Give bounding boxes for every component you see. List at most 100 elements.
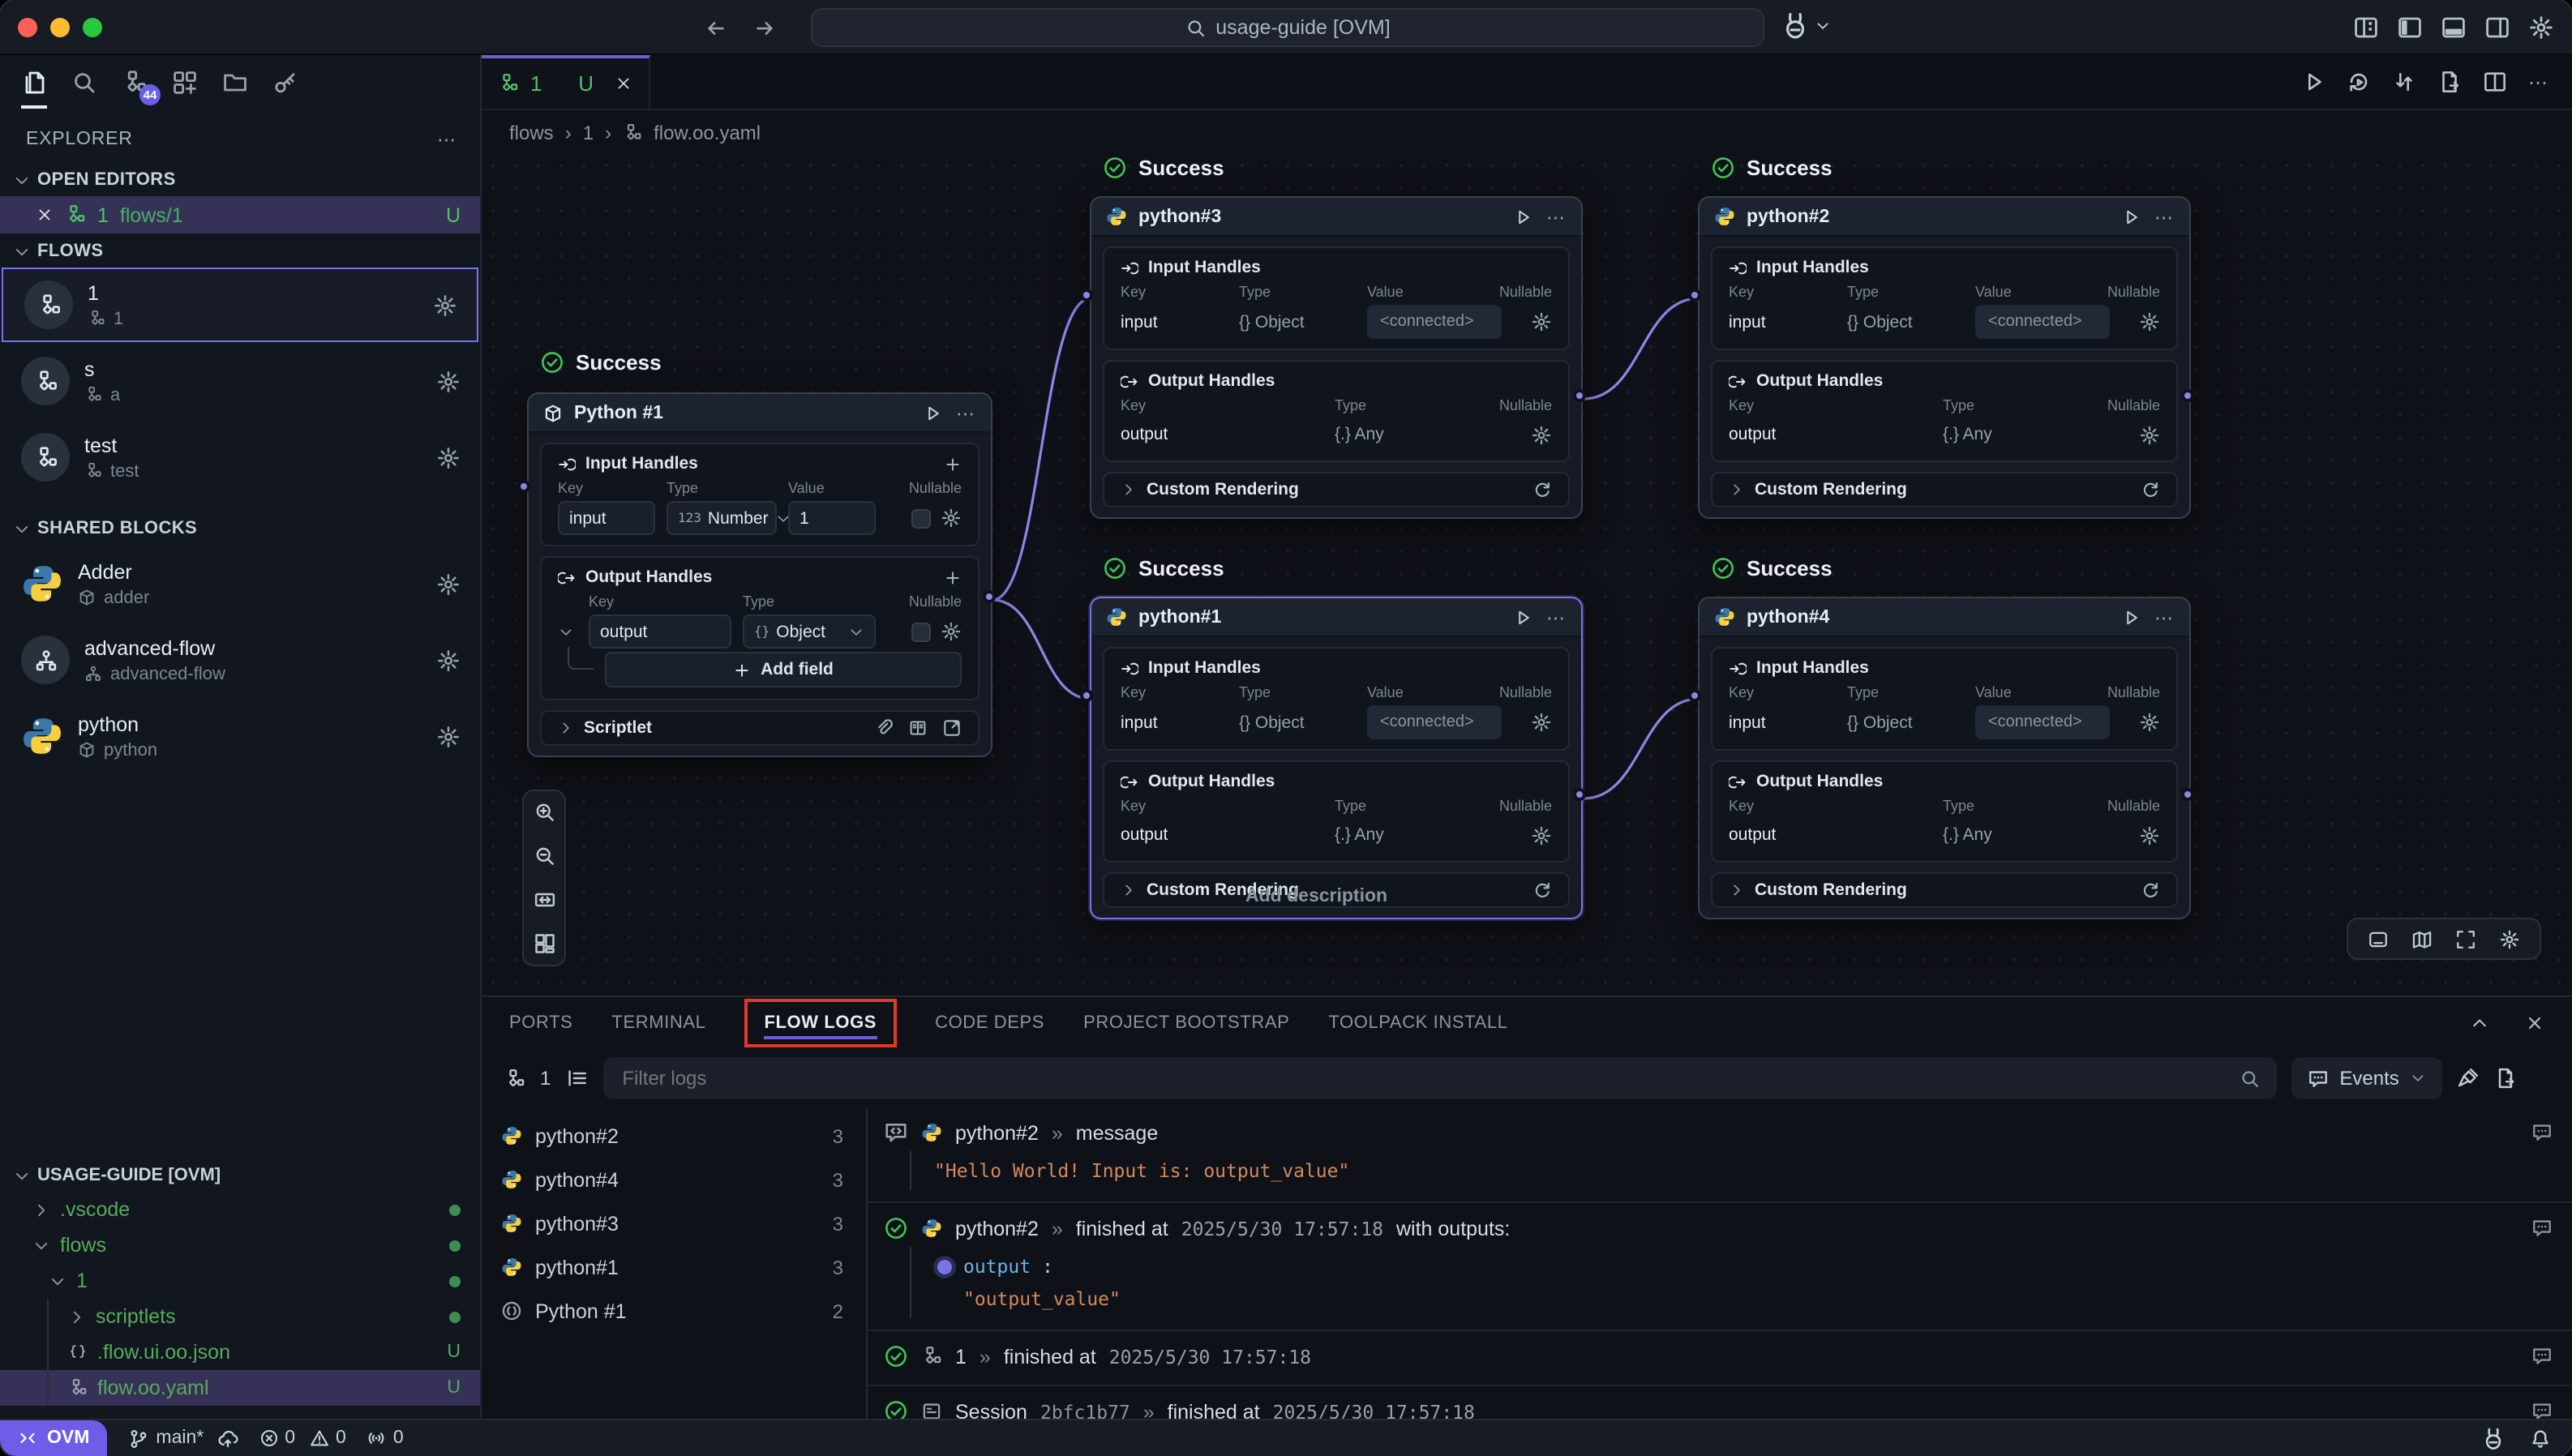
shared-blocks-header[interactable]: SHARED BLOCKS bbox=[0, 511, 480, 545]
explorer-activity-icon[interactable] bbox=[21, 70, 47, 96]
customize-layout-icon[interactable] bbox=[2353, 15, 2379, 41]
node-more-icon[interactable]: ⋯ bbox=[2154, 205, 2175, 228]
log-node-row[interactable]: python#4 3 bbox=[482, 1158, 866, 1201]
output-port[interactable] bbox=[1573, 389, 1586, 402]
gear-icon[interactable] bbox=[2139, 424, 2160, 445]
git-branch-item[interactable]: main* bbox=[128, 1428, 238, 1449]
zoom-in-icon[interactable] bbox=[533, 801, 555, 824]
close-tab-icon[interactable] bbox=[615, 75, 632, 92]
copilot-icon[interactable] bbox=[2481, 1426, 2506, 1450]
comment-icon[interactable] bbox=[2531, 1401, 2553, 1419]
gear-icon[interactable] bbox=[2139, 824, 2160, 846]
gear-icon[interactable] bbox=[941, 621, 962, 642]
tab-flow-logs[interactable]: FLOW LOGS bbox=[764, 1013, 877, 1033]
tab-code-deps[interactable]: CODE DEPS bbox=[935, 1013, 1044, 1033]
tree-item-flow-yaml[interactable]: flow.oo.yaml U bbox=[0, 1370, 480, 1406]
node-more-icon[interactable]: ⋯ bbox=[2154, 606, 2175, 628]
input-port[interactable] bbox=[1080, 289, 1093, 302]
events-dropdown[interactable]: Events bbox=[2291, 1057, 2442, 1099]
open-editors-header[interactable]: OPEN EDITORS bbox=[0, 162, 480, 196]
remote-indicator[interactable]: OVM bbox=[0, 1420, 107, 1456]
input-port[interactable] bbox=[1688, 689, 1701, 702]
log-entry[interactable]: python#2 » finished at 2025/5/30 17:57:1… bbox=[868, 1201, 2572, 1330]
close-editor-icon[interactable] bbox=[36, 206, 54, 224]
input-port[interactable] bbox=[1688, 289, 1701, 302]
tab-flow-1[interactable]: 1 U bbox=[482, 55, 650, 109]
fullscreen-icon[interactable] bbox=[2455, 928, 2476, 949]
refresh-icon[interactable] bbox=[1532, 480, 1552, 499]
gear-icon[interactable] bbox=[433, 293, 457, 317]
flows-section-header[interactable]: FLOWS bbox=[0, 233, 480, 268]
run-node-icon[interactable] bbox=[2120, 607, 2140, 627]
flow-list-item[interactable]: s a bbox=[0, 344, 480, 418]
sync-icon[interactable] bbox=[2392, 70, 2416, 94]
custom-rendering-section[interactable]: Custom Rendering bbox=[1103, 472, 1570, 507]
split-editor-icon[interactable] bbox=[2483, 70, 2507, 94]
key-input[interactable] bbox=[558, 501, 655, 535]
comment-icon[interactable] bbox=[2531, 1218, 2553, 1239]
log-entry[interactable]: 1 » finished at 2025/5/30 17:57:18 bbox=[868, 1330, 2572, 1385]
explorer-more-icon[interactable]: ⋯ bbox=[437, 128, 457, 151]
custom-rendering-section[interactable]: Custom Rendering bbox=[1711, 872, 2178, 908]
settings-gear-icon[interactable] bbox=[2528, 15, 2554, 41]
paperclip-icon[interactable] bbox=[874, 718, 894, 738]
gear-icon[interactable] bbox=[1531, 311, 1552, 332]
tree-item-a[interactable]: a bbox=[0, 1406, 480, 1419]
node-python-main[interactable]: Python #1 ⋯ Input Handles bbox=[527, 392, 992, 757]
refresh-icon[interactable] bbox=[1532, 880, 1552, 900]
comment-icon[interactable] bbox=[2531, 1346, 2553, 1367]
input-port[interactable] bbox=[517, 480, 530, 493]
gear-icon[interactable] bbox=[436, 445, 461, 469]
refresh-icon[interactable] bbox=[2141, 480, 2160, 499]
type-dropdown[interactable]: {} Object bbox=[743, 615, 876, 649]
node-more-icon[interactable]: ⋯ bbox=[1546, 606, 1567, 628]
toggle-secondary-sidebar-icon[interactable] bbox=[2484, 15, 2510, 41]
tab-terminal[interactable]: TERMINAL bbox=[611, 1013, 705, 1033]
extensions-activity-icon[interactable] bbox=[172, 70, 198, 96]
node-python1[interactable]: python#1 ⋯ Input Handles KeyTypeValueNul… bbox=[1090, 597, 1583, 919]
copilot-menu[interactable] bbox=[1781, 11, 1831, 41]
output-port[interactable] bbox=[983, 590, 996, 603]
log-node-row[interactable]: Python #1 2 bbox=[482, 1289, 866, 1333]
forward-icon[interactable] bbox=[752, 16, 777, 41]
gear-icon[interactable] bbox=[2139, 311, 2160, 332]
tree-item-scriptlets[interactable]: scriptlets bbox=[0, 1299, 480, 1334]
command-center-search[interactable]: usage-guide [OVM] bbox=[811, 8, 1764, 47]
key-input[interactable] bbox=[589, 615, 731, 649]
run-node-icon[interactable] bbox=[2120, 207, 2140, 226]
tab-ports[interactable]: PORTS bbox=[509, 1013, 572, 1033]
gear-icon[interactable] bbox=[436, 572, 461, 596]
minimap-icon[interactable] bbox=[2411, 928, 2433, 949]
log-entry[interactable]: python#2 » message "Hello World! Input i… bbox=[868, 1107, 2572, 1201]
gear-icon[interactable] bbox=[1531, 824, 1552, 846]
node-python4[interactable]: python#4 ⋯ Input Handles KeyTypeValueNul… bbox=[1698, 597, 2191, 919]
flow-list-item[interactable]: test test bbox=[0, 420, 480, 495]
node-python2[interactable]: python#2 ⋯ Input Handles KeyTypeValueNul… bbox=[1698, 196, 2191, 519]
flow-canvas[interactable]: Success Python #1 ⋯ bbox=[482, 154, 2572, 996]
flows-activity-icon[interactable]: 44 bbox=[122, 70, 148, 96]
log-node-row[interactable]: python#1 3 bbox=[482, 1245, 866, 1289]
nullable-checkbox[interactable] bbox=[911, 622, 931, 641]
tree-item-flow-ui-json[interactable]: .flow.ui.oo.json U bbox=[0, 1334, 480, 1370]
filter-logs-input[interactable] bbox=[602, 1057, 2276, 1099]
expand-row-icon[interactable] bbox=[558, 623, 574, 640]
shared-block-item[interactable]: python python bbox=[0, 699, 480, 773]
cloud-upload-icon[interactable] bbox=[216, 1428, 238, 1449]
custom-rendering-section[interactable]: Custom Rendering bbox=[1711, 472, 2178, 507]
clear-logs-icon[interactable] bbox=[2458, 1067, 2480, 1090]
output-port[interactable] bbox=[2181, 389, 2194, 402]
input-port[interactable] bbox=[1080, 689, 1093, 702]
nullable-checkbox[interactable] bbox=[911, 508, 931, 528]
maximize-panel-icon[interactable] bbox=[2470, 1013, 2489, 1033]
fit-width-icon[interactable] bbox=[533, 889, 555, 911]
toggle-panel-icon[interactable] bbox=[2441, 15, 2467, 41]
gear-icon[interactable] bbox=[436, 724, 461, 748]
add-description-button[interactable]: Add description bbox=[1245, 887, 1387, 906]
log-node-row[interactable]: python#2 3 bbox=[482, 1114, 866, 1158]
close-window-button[interactable] bbox=[18, 18, 37, 37]
tree-item-1[interactable]: 1 bbox=[0, 1263, 480, 1299]
tree-item-flows[interactable]: flows bbox=[0, 1227, 480, 1263]
gear-icon[interactable] bbox=[941, 507, 962, 529]
output-port[interactable] bbox=[2181, 788, 2194, 801]
bell-icon[interactable] bbox=[2530, 1428, 2551, 1449]
